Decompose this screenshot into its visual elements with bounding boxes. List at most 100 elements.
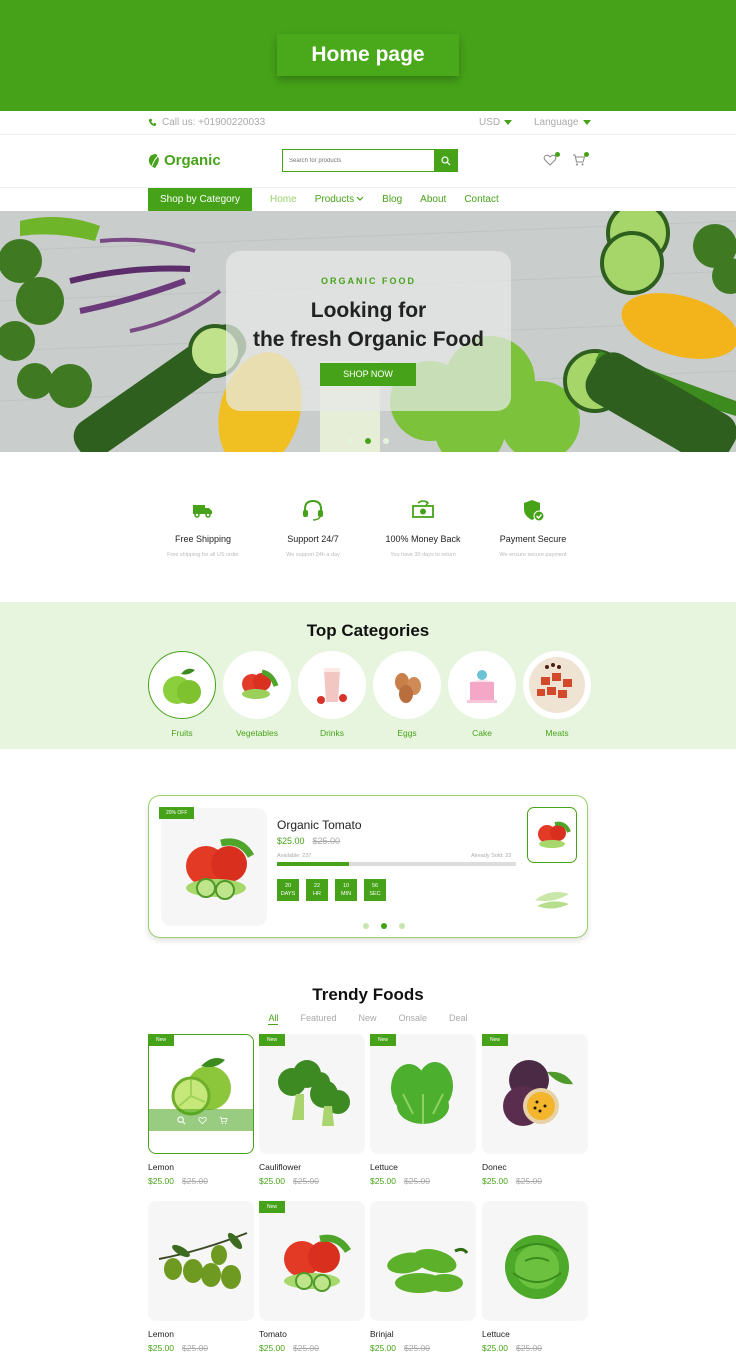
- chevron-down-icon: [504, 119, 513, 125]
- product-image[interactable]: [370, 1034, 476, 1154]
- deal-product-name[interactable]: Organic Tomato: [277, 818, 362, 832]
- tab-featured[interactable]: Featured: [300, 1013, 336, 1025]
- countdown-days: 20 DAYS: [277, 879, 299, 901]
- nav-products[interactable]: Products: [315, 194, 364, 205]
- product-name[interactable]: Lemon: [148, 1329, 174, 1339]
- phone-info: Call us: +01900220033: [148, 117, 265, 128]
- wishlist-badge: [555, 152, 560, 157]
- feature-title: Payment Secure: [499, 534, 567, 544]
- nav-about[interactable]: About: [420, 194, 446, 205]
- cart-button[interactable]: [572, 152, 589, 169]
- product-price: $25.00 $25.00: [482, 1343, 542, 1353]
- nav-blog[interactable]: Blog: [382, 194, 402, 205]
- wishlist-button[interactable]: [543, 152, 560, 169]
- category-item[interactable]: Meats: [523, 651, 591, 738]
- passionfruit-icon: [503, 1060, 573, 1126]
- product-image[interactable]: [148, 1034, 254, 1154]
- product-name[interactable]: Donec: [482, 1162, 507, 1172]
- product-name[interactable]: Brinjal: [370, 1329, 394, 1339]
- deal-sold: Already Sold: 23: [471, 853, 512, 859]
- tab-all[interactable]: All: [268, 1013, 279, 1025]
- search-bar: [282, 149, 458, 172]
- feature-title: 100% Money Back: [385, 534, 461, 544]
- countdown-value: 22: [313, 883, 321, 889]
- category-item[interactable]: Drinks: [298, 651, 366, 738]
- nav-contact[interactable]: Contact: [464, 194, 498, 205]
- chevron-down-icon: [582, 119, 591, 125]
- search-input[interactable]: [283, 150, 434, 171]
- tomato-icon: [284, 1234, 351, 1292]
- deal-product-image[interactable]: [161, 808, 267, 926]
- slide-dot[interactable]: [383, 438, 389, 444]
- product-image[interactable]: [148, 1201, 254, 1321]
- product-name[interactable]: Tomato: [259, 1329, 287, 1339]
- old-price: $25.00: [404, 1176, 430, 1186]
- category-image: [298, 651, 366, 719]
- tab-onsale[interactable]: Onsale: [399, 1013, 428, 1025]
- product-card[interactable]: New Lemon $25.00 $25.00: [148, 1034, 254, 1186]
- old-price: $25.00: [293, 1343, 319, 1353]
- nav-home[interactable]: Home: [270, 194, 297, 205]
- discount-badge: 20% OFF: [159, 807, 195, 819]
- feature-item: Payment Secure We ensure secure payment: [478, 497, 588, 558]
- product-name[interactable]: Lettuce: [482, 1329, 510, 1339]
- tab-deal[interactable]: Deal: [449, 1013, 468, 1025]
- deal-thumbnail[interactable]: [527, 807, 577, 863]
- category-item[interactable]: Vegetables: [223, 651, 291, 738]
- shop-by-category-button[interactable]: Shop by Category: [148, 188, 252, 211]
- meat-icon: [529, 657, 585, 713]
- apple-icon: [163, 668, 201, 704]
- slide-dot[interactable]: [347, 438, 353, 444]
- deal-available: Available: 237: [277, 853, 312, 859]
- product-card[interactable]: Lettuce $25.00 $25.00: [482, 1201, 588, 1353]
- slide-dot[interactable]: [381, 923, 387, 929]
- product-card[interactable]: New Donec $25.00 $25.00: [482, 1034, 588, 1186]
- language-select[interactable]: Language: [534, 117, 591, 128]
- deal-price: $25.00 $25.00: [277, 836, 340, 846]
- countdown-minutes: 10 MIN: [335, 879, 357, 901]
- search-button[interactable]: [434, 150, 457, 171]
- product-price: $25.00 $25.00: [482, 1176, 542, 1186]
- product-image[interactable]: [370, 1201, 476, 1321]
- product-card[interactable]: New Lettuce $25.00 $25.00: [370, 1034, 476, 1186]
- product-image[interactable]: [259, 1034, 365, 1154]
- deal-current-price: $25.00: [277, 836, 305, 846]
- currency-select[interactable]: USD: [479, 117, 513, 128]
- heart-icon[interactable]: [197, 1116, 207, 1125]
- header: Organic: [0, 135, 736, 188]
- pepper-icon: [387, 1247, 469, 1293]
- product-card[interactable]: Brinjal $25.00 $25.00: [370, 1201, 476, 1353]
- feature-item: Free Shipping Free shipping for all US o…: [148, 497, 258, 558]
- slide-dot[interactable]: [363, 923, 369, 929]
- currency-label: USD: [479, 117, 501, 128]
- product-image[interactable]: [482, 1034, 588, 1154]
- product-image[interactable]: [259, 1201, 365, 1321]
- product-name[interactable]: Lettuce: [370, 1162, 398, 1172]
- logo[interactable]: Organic: [148, 152, 221, 169]
- shop-now-button[interactable]: SHOP NOW: [320, 363, 416, 386]
- product-card[interactable]: New Cauliflower $25.00 $25.00: [259, 1034, 365, 1186]
- vegetables-icon: [242, 669, 279, 699]
- category-item[interactable]: Eggs: [373, 651, 441, 738]
- feature-item: 100% Money Back You have 30 days to retu…: [368, 497, 478, 558]
- product-name[interactable]: Lemon: [148, 1162, 174, 1172]
- truck-icon: [193, 505, 212, 518]
- product-card[interactable]: New Tomato $25.00 $25.00: [259, 1201, 365, 1353]
- cart-icon[interactable]: [219, 1116, 228, 1125]
- category-item[interactable]: Fruits: [148, 651, 216, 738]
- phone-text: Call us: +01900220033: [162, 117, 266, 128]
- tomato-icon: [186, 838, 255, 900]
- product-image[interactable]: [482, 1201, 588, 1321]
- slide-dot[interactable]: [365, 438, 371, 444]
- product-name[interactable]: Cauliflower: [259, 1162, 301, 1172]
- category-item[interactable]: Cake: [448, 651, 516, 738]
- product-card[interactable]: Lemon $25.00 $25.00: [148, 1201, 254, 1353]
- tab-new[interactable]: New: [358, 1013, 376, 1025]
- current-price: $25.00: [370, 1343, 396, 1353]
- search-icon[interactable]: [176, 1115, 186, 1125]
- category-label: Eggs: [397, 728, 417, 738]
- product-filter-tabs: All Featured New Onsale Deal: [0, 1013, 736, 1025]
- deal-thumbnail[interactable]: [527, 869, 577, 925]
- slide-dot[interactable]: [399, 923, 405, 929]
- deal-of-day-card: 20% OFF Organic Tomato $25.00 $25.00 Avai…: [148, 795, 588, 938]
